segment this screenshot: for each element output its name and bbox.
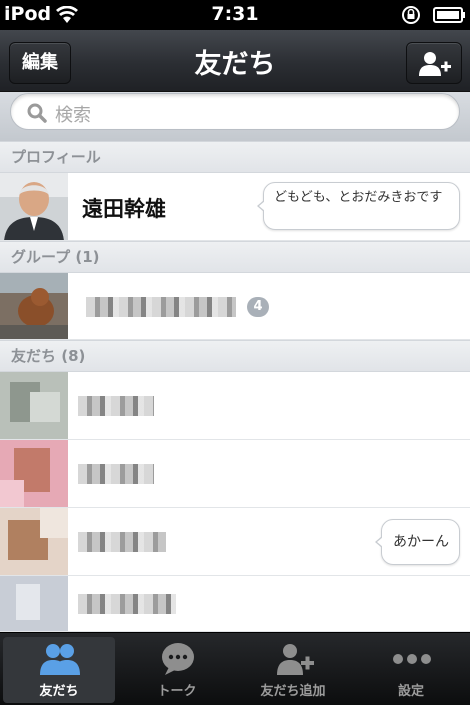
- status-bar: iPod 7:31: [0, 0, 470, 30]
- rotation-lock-icon: [402, 6, 420, 24]
- friend-row[interactable]: [0, 440, 470, 508]
- battery-icon: [433, 7, 465, 23]
- section-header-friends: 友だち (8): [0, 340, 470, 372]
- section-title: プロフィール: [11, 148, 101, 166]
- section-title: グループ: [11, 248, 71, 266]
- tab-add-friend[interactable]: 友だち追加: [237, 637, 349, 703]
- search-icon: [27, 103, 47, 123]
- section-title: 友だち: [11, 347, 57, 365]
- friend-row[interactable]: [0, 576, 470, 632]
- more-icon: [393, 654, 431, 664]
- status-message: どもども、とおだみきおです: [274, 190, 443, 205]
- friend-row[interactable]: [0, 372, 470, 440]
- section-count: (8): [61, 347, 86, 365]
- tab-label: 設定: [397, 684, 424, 699]
- blurred-group-name: [86, 297, 236, 317]
- profile-row[interactable]: 遠田幹雄 どもども、とおだみきおです: [0, 173, 470, 241]
- friends-icon: [40, 644, 80, 675]
- friend-avatar: [0, 372, 68, 439]
- group-row[interactable]: 4: [0, 273, 470, 340]
- add-friend-icon: [277, 644, 314, 675]
- tab-talk[interactable]: トーク: [121, 637, 233, 703]
- blurred-friend-name: [78, 594, 176, 614]
- member-count-badge: 4: [247, 297, 269, 317]
- tab-friends[interactable]: 友だち: [3, 637, 115, 703]
- edit-button[interactable]: 編集: [9, 42, 71, 84]
- friend-avatar: [0, 508, 68, 575]
- tab-label: 友だち: [39, 684, 79, 699]
- tab-label: 友だち追加: [260, 684, 326, 699]
- section-count: (1): [75, 248, 100, 266]
- profile-name: 遠田幹雄: [82, 197, 166, 221]
- section-header-profile: プロフィール: [0, 141, 470, 173]
- status-message-bubble: あかーん: [375, 519, 460, 565]
- navigation-bar: 編集 友だち: [0, 30, 470, 92]
- avatar: [0, 173, 68, 240]
- search-area: 検索: [0, 92, 470, 142]
- tab-label: トーク: [157, 684, 197, 699]
- add-friend-button[interactable]: [406, 42, 462, 84]
- section-header-groups: グループ (1): [0, 241, 470, 273]
- add-person-icon: [419, 52, 451, 76]
- status-message: あかーん: [393, 534, 449, 550]
- tab-settings[interactable]: 設定: [355, 637, 467, 703]
- friend-avatar: [0, 576, 68, 631]
- search-input[interactable]: 検索: [10, 93, 460, 130]
- blurred-friend-name: [78, 532, 166, 552]
- group-avatar: [0, 273, 68, 339]
- search-placeholder: 検索: [55, 105, 91, 126]
- page-title: 友だち: [194, 49, 276, 80]
- friend-avatar: [0, 440, 68, 507]
- friend-row[interactable]: あかーん: [0, 508, 470, 576]
- blurred-friend-name: [78, 464, 154, 484]
- blurred-friend-name: [78, 396, 154, 416]
- tab-bar: 友だち トーク 友だち追加 設定: [0, 632, 470, 705]
- status-message-bubble: どもども、とおだみきおです: [257, 182, 460, 230]
- chat-icon: [162, 643, 194, 675]
